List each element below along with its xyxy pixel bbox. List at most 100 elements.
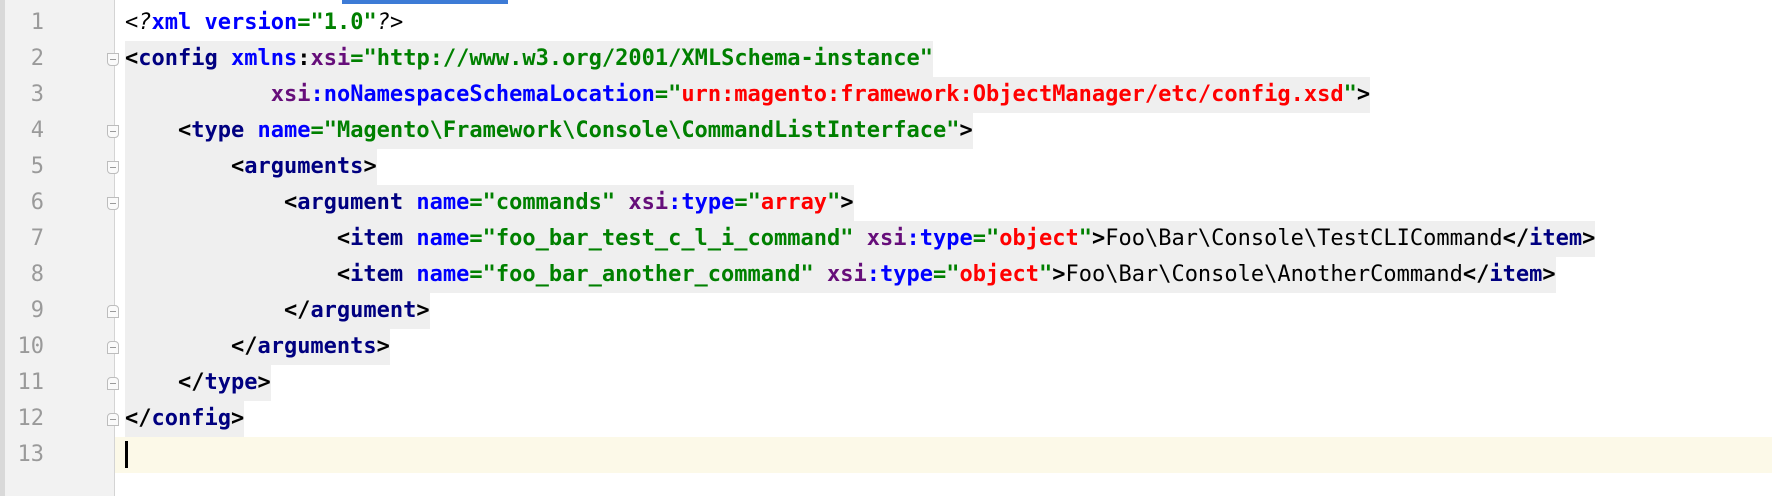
code-token: type [191,118,245,143]
code-line-6[interactable]: <argument name="commands" xsi:type="arra… [125,185,854,221]
code-token: version [204,10,298,35]
code-token: ="foo_bar_another_command" [469,262,814,287]
code-token: item [350,226,404,251]
code-line-3[interactable]: xsi:noNamespaceSchemaLocation="urn:magen… [125,77,1371,113]
code-line-11[interactable]: </type> [125,365,271,401]
fold-collapse-icon[interactable] [107,305,119,318]
fold-expand-icon[interactable] [107,161,119,174]
code-token: Foo\Bar\Console\TestCLICommand [1105,226,1503,251]
code-line-10[interactable]: </arguments> [125,329,390,365]
code-token: > [376,334,390,359]
code-token: xml [151,10,192,35]
code-token: xsi [827,262,867,287]
line-number-8: 8 [30,262,44,287]
code-token: :type [866,262,933,287]
code-token: array [760,190,828,215]
fold-collapse-icon[interactable] [107,413,119,426]
code-line-1[interactable]: <?xml version="1.0"?> [125,5,403,41]
code-token: :noNamespaceSchemaLocation [310,82,655,107]
code-token: argument [297,190,404,215]
code-token: " [1343,82,1357,107]
text-caret [125,441,128,468]
code-token: config [151,406,231,431]
code-token: item [350,262,404,287]
code-token: urn:magento:framework:ObjectManager/etc/… [681,82,1344,107]
code-token: " [1078,226,1092,251]
line-number-12: 12 [17,406,45,431]
code-line-7[interactable]: <item name="foo_bar_test_c_l_i_command" … [125,221,1596,257]
line-number-10: 10 [17,334,45,359]
code-token: config [138,46,218,71]
code-token: " [827,190,841,215]
code-token: Foo\Bar\Console\AnotherCommand [1065,262,1463,287]
code-line-12[interactable]: </config> [125,401,245,437]
code-token: =" [734,190,761,215]
code-line-9[interactable]: </argument> [125,293,430,329]
code-token: > [1542,262,1556,287]
code-line-2[interactable]: <config xmlns:xsi="http://www.w3.org/200… [125,41,934,77]
code-token: > [416,298,430,323]
code-token: xsi [270,82,311,107]
code-token: ="foo_bar_test_c_l_i_command" [469,226,854,251]
code-token: =" [972,226,1000,251]
code-token: ="http://www.w3.org/2001/XMLSchema-insta… [350,46,934,71]
code-token: :type [906,226,973,251]
code-token: =" [654,82,682,107]
fold-collapse-icon[interactable] [107,377,119,390]
code-token: > [1052,262,1066,287]
code-token: xsi [310,46,351,71]
code-token: > [230,406,245,431]
code-token: </ [125,334,258,359]
code-token: </ [1462,262,1490,287]
code-token: type [204,370,258,395]
code-token: object [959,262,1039,287]
line-number-7: 7 [30,226,44,251]
code-line-8[interactable]: <item name="foo_bar_another_command" xsi… [125,257,1556,293]
current-line-highlight [115,437,1772,473]
code-token: name [257,118,311,143]
code-token: </ [125,370,205,395]
code-line-4[interactable]: <type name="Magento\Framework\Console\Co… [125,113,973,149]
line-number-4: 4 [30,118,44,143]
code-token: :type [668,190,735,215]
fold-collapse-icon[interactable] [107,341,119,354]
code-token: < [125,190,298,215]
code-token: < [125,262,351,287]
code-token: ?> [376,10,404,35]
code-token: name [416,190,470,215]
fold-expand-icon[interactable] [107,125,119,138]
code-token: </ [125,298,311,323]
fold-expand-icon[interactable] [107,53,119,66]
code-token: xmlns [230,46,298,71]
code-token: =" [933,262,960,287]
code-token: > [257,370,271,395]
code-token: < [125,46,139,71]
code-token: : [297,46,311,71]
code-line-5[interactable]: <arguments> [125,149,377,185]
code-token: > [959,118,973,143]
code-token: item [1489,262,1543,287]
line-number-6: 6 [30,190,44,215]
line-number-9: 9 [30,298,44,323]
code-token: > [1091,226,1106,251]
code-token: > [363,154,377,179]
fold-expand-icon[interactable] [107,197,119,210]
code-token: name [416,226,470,251]
code-token: </ [1502,226,1530,251]
code-token: " [1038,262,1053,287]
code-token: arguments [244,154,364,179]
code-token: > [1356,82,1371,107]
code-token: ="Magento\Framework\Console\CommandListI… [310,118,960,143]
code-token: name [416,262,470,287]
code-token: > [840,190,854,215]
code-token: arguments [257,334,377,359]
